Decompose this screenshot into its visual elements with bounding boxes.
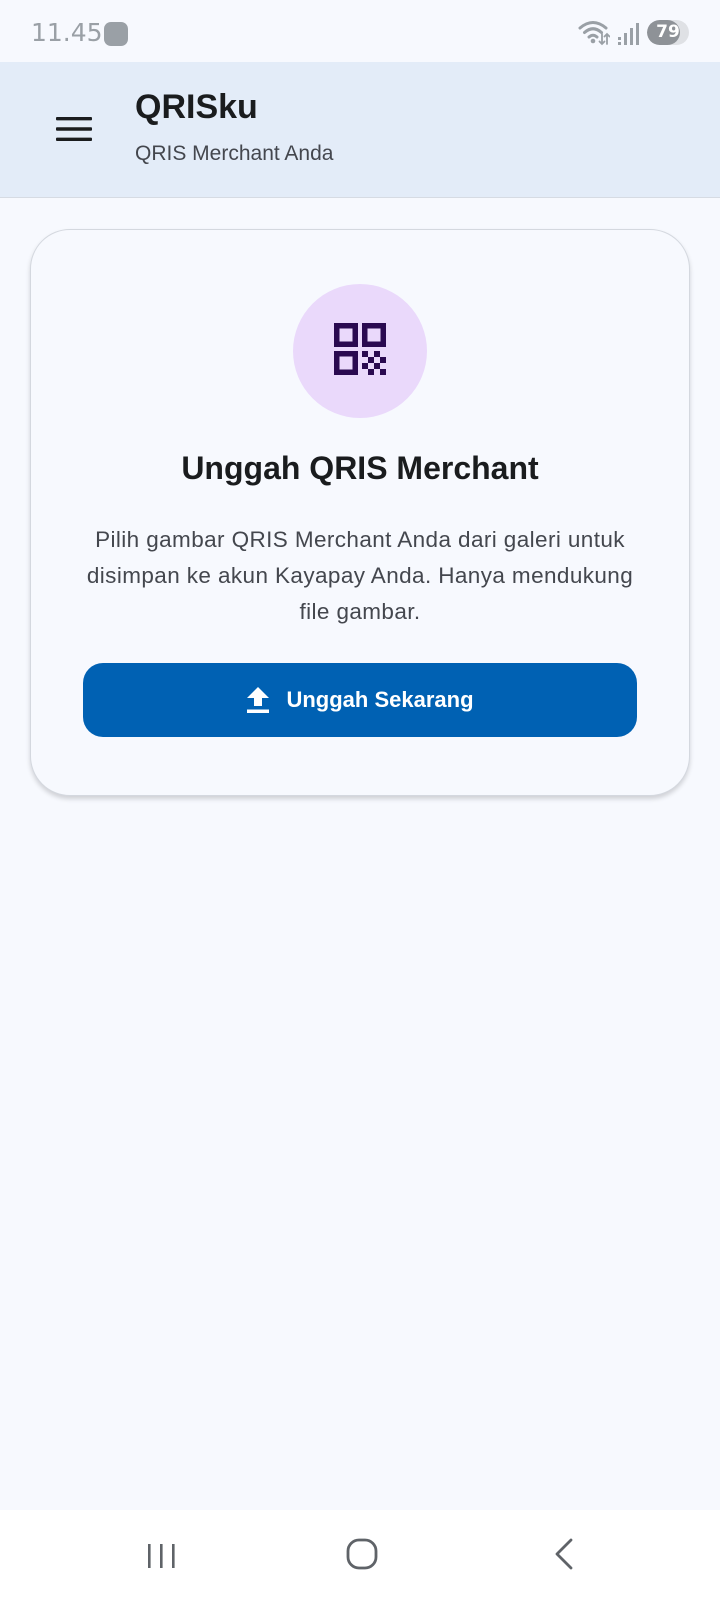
notification-dot-icon bbox=[104, 22, 128, 46]
qr-icon-container bbox=[293, 284, 427, 418]
app-title: QRISku bbox=[135, 88, 258, 126]
status-bar: 11.45 79 bbox=[0, 0, 720, 62]
battery-level: 79 bbox=[656, 22, 680, 42]
app-subtitle: QRIS Merchant Anda bbox=[135, 142, 334, 165]
recents-icon[interactable] bbox=[144, 1538, 180, 1574]
battery-icon: 79 bbox=[647, 20, 689, 45]
upload-button-label: Unggah Sekarang bbox=[286, 687, 474, 712]
back-icon[interactable] bbox=[549, 1536, 579, 1572]
signal-icon bbox=[617, 20, 641, 51]
system-nav-bar bbox=[0, 1510, 720, 1600]
home-icon[interactable] bbox=[344, 1536, 380, 1572]
card-description: Pilih gambar QRIS Merchant Anda dari gal… bbox=[86, 527, 634, 624]
app-bar: QRISku QRIS Merchant Anda bbox=[0, 62, 720, 198]
upload-card: Unggah QRIS Merchant Pilih gambar QRIS M… bbox=[30, 229, 690, 796]
upload-icon bbox=[246, 686, 270, 714]
qr-code-icon bbox=[334, 322, 386, 380]
menu-button[interactable] bbox=[50, 107, 98, 155]
status-time: 11.45 bbox=[31, 18, 103, 47]
wifi-icon bbox=[578, 18, 611, 51]
upload-now-button[interactable]: Unggah Sekarang bbox=[83, 663, 637, 737]
card-title: Unggah QRIS Merchant bbox=[181, 450, 539, 486]
menu-icon bbox=[56, 116, 92, 147]
